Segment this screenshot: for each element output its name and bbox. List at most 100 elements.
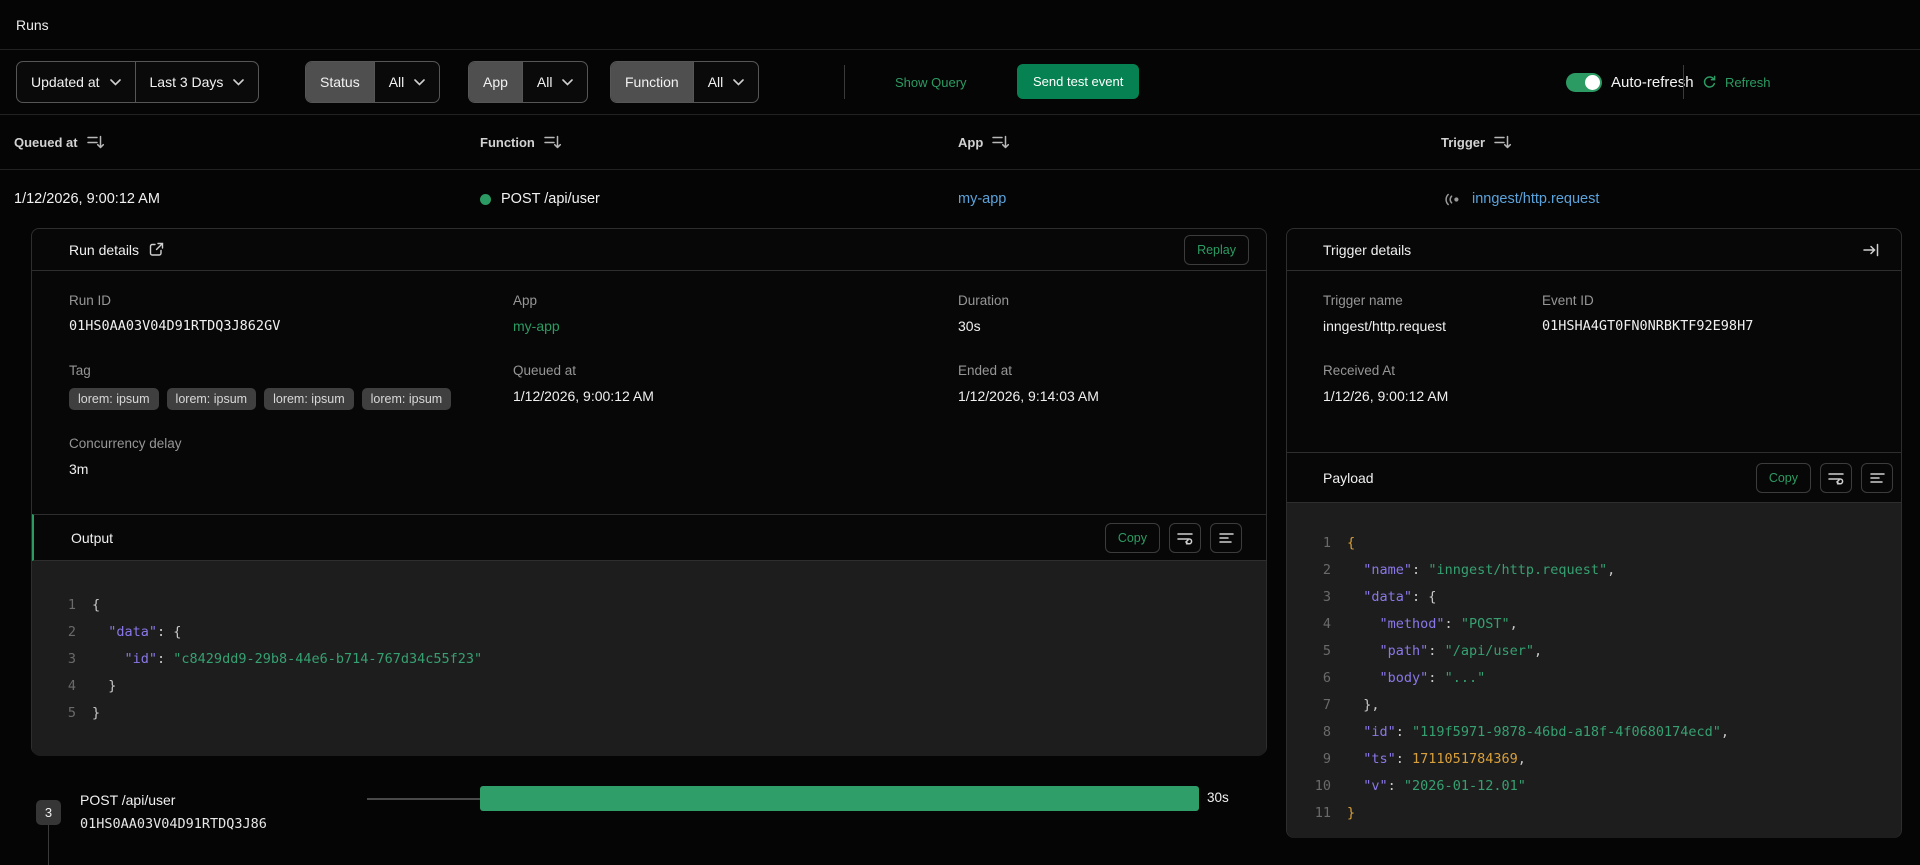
line-number: 2 xyxy=(67,623,76,640)
line-number: 3 xyxy=(67,650,76,667)
app-link[interactable]: my-app xyxy=(958,191,1006,207)
auto-refresh-toggle[interactable] xyxy=(1566,73,1602,92)
timeline-connector-vertical xyxy=(48,825,49,865)
wrap-text-button[interactable] xyxy=(1169,523,1201,553)
cell-function[interactable]: POST /api/user xyxy=(480,170,600,228)
column-header-trigger[interactable]: Trigger xyxy=(1441,115,1512,170)
trigger-name-value: inngest/http.request xyxy=(1323,318,1446,334)
column-header-queued-at[interactable]: Queued at xyxy=(14,115,105,170)
payload-section-header: Payload Copy xyxy=(1287,452,1901,503)
trigger-details-panel: Trigger details Trigger name inngest/htt… xyxy=(1286,228,1902,838)
duration-value: 30s xyxy=(958,318,981,334)
field-received-at: Received At 1/12/26, 9:00:12 AM xyxy=(1323,363,1448,404)
tag-chip: lorem: ipsum xyxy=(166,388,257,410)
refresh-button[interactable]: Refresh xyxy=(1702,50,1771,115)
time-range-dropdown[interactable]: Last 3 Days xyxy=(134,62,259,102)
line-number: 7 xyxy=(1322,696,1331,713)
refresh-icon xyxy=(1703,75,1716,88)
app-link-green[interactable]: my-app xyxy=(513,318,560,334)
field-duration: Duration 30s xyxy=(958,293,1009,334)
code-line: 11} xyxy=(1287,799,1901,826)
output-code-block: 1{2 "data": {3 "id": "c8429dd9-29b8-44e6… xyxy=(32,561,1266,756)
output-actions: Copy xyxy=(1104,523,1242,553)
refresh-label: Refresh xyxy=(1725,75,1771,90)
field-label: Event ID xyxy=(1542,293,1594,308)
function-filter[interactable]: Function All xyxy=(610,61,760,103)
timeline-duration-label: 30s xyxy=(1207,790,1229,805)
trigger-details-title-wrap: Trigger details xyxy=(1323,242,1411,258)
tag-chips: lorem: ipsum lorem: ipsum lorem: ipsum lore… xyxy=(69,388,452,410)
wrap-text-icon xyxy=(1177,533,1193,545)
run-id-value: 01HS0AA03V04D91RTDQ3J862GV xyxy=(69,318,281,334)
column-header-function[interactable]: Function xyxy=(480,115,562,170)
filter-divider xyxy=(844,65,845,99)
format-button[interactable] xyxy=(1861,463,1893,493)
column-label: Trigger xyxy=(1441,135,1486,150)
code-line: 1{ xyxy=(1287,529,1901,556)
field-tag: Tag lorem: ipsum lorem: ipsum lorem: ipsum… xyxy=(69,363,452,410)
collapse-panel-icon[interactable] xyxy=(1863,243,1879,257)
code-line: 6 "body": "..." xyxy=(1287,664,1901,691)
received-at-value: 1/12/26, 9:00:12 AM xyxy=(1323,388,1449,404)
tag-chip: lorem: ipsum xyxy=(361,388,452,410)
code-line: 5 "path": "/api/user", xyxy=(1287,637,1901,664)
page-title: Runs xyxy=(16,16,49,33)
column-label: App xyxy=(958,135,984,150)
line-number: 10 xyxy=(1314,777,1331,794)
function-filter-value-seg[interactable]: All xyxy=(692,62,759,102)
copy-button[interactable]: Copy xyxy=(1104,523,1160,553)
timeline-step-name: POST /api/user xyxy=(80,792,176,808)
output-section-header: Output Copy xyxy=(32,514,1266,561)
field-app: App my-app xyxy=(513,293,560,334)
status-filter-value-seg[interactable]: All xyxy=(373,62,440,102)
cell-trigger[interactable]: inngest/http.request xyxy=(1445,170,1599,228)
show-query-link[interactable]: Show Query xyxy=(895,50,967,115)
code-line: 1{ xyxy=(32,591,1266,618)
field-label: Tag xyxy=(69,363,91,378)
payload-actions: Copy xyxy=(1755,463,1893,493)
copy-button[interactable]: Copy xyxy=(1755,463,1811,493)
timeline-connector-horizontal xyxy=(367,798,480,800)
tag-chip: lorem: ipsum xyxy=(264,388,354,410)
table-row[interactable]: 1/12/2026, 9:00:12 AM POST /api/user my-… xyxy=(0,170,1920,228)
wrap-text-button[interactable] xyxy=(1820,463,1852,493)
runs-table-header: Queued at Function App Trigger xyxy=(0,115,1920,170)
column-header-app[interactable]: App xyxy=(958,115,1010,170)
field-run-id: Run ID 01HS0AA03V04D91RTDQ3J862GV xyxy=(69,293,280,334)
send-test-event-button[interactable]: Send test event xyxy=(1017,64,1140,99)
runs-page: Runs Updated at Last 3 Days Status All A… xyxy=(0,0,1920,865)
app-filter-value-seg[interactable]: All xyxy=(521,62,588,102)
status-dot-completed xyxy=(480,193,491,205)
code-line: 2 "data": { xyxy=(32,618,1266,645)
function-filter-label: Function xyxy=(625,74,679,90)
sort-icon xyxy=(86,135,104,149)
field-label: App xyxy=(513,293,538,308)
timeline-duration-bar[interactable] xyxy=(480,786,1199,811)
external-link-icon[interactable] xyxy=(149,242,164,257)
app-filter[interactable]: App All xyxy=(468,61,589,103)
function-filter-label-seg: Function xyxy=(611,62,693,102)
code-line: 5} xyxy=(32,699,1266,726)
align-left-icon xyxy=(1869,473,1885,483)
replay-button[interactable]: Replay xyxy=(1184,235,1249,265)
field-concurrency-delay: Concurrency delay 3m xyxy=(69,436,182,477)
field-label: Run ID xyxy=(69,293,112,308)
trigger-link[interactable]: inngest/http.request xyxy=(1472,191,1599,207)
updated-at-dropdown[interactable]: Updated at xyxy=(17,62,134,102)
wrap-text-icon xyxy=(1828,473,1844,485)
filter-bar: Updated at Last 3 Days Status All App Al… xyxy=(0,50,1920,115)
field-label: Received At xyxy=(1323,363,1396,378)
updated-at-label: Updated at xyxy=(31,74,100,90)
app-filter-label-seg: App xyxy=(469,62,522,102)
cell-app[interactable]: my-app xyxy=(958,170,1006,228)
output-title: Output xyxy=(71,529,114,546)
time-filter-group: Updated at Last 3 Days xyxy=(16,61,260,103)
field-label: Concurrency delay xyxy=(69,436,182,451)
format-button[interactable] xyxy=(1210,523,1242,553)
align-left-icon xyxy=(1218,533,1234,543)
code-line: 3 "id": "c8429dd9-29b8-44e6-b714-767d34c… xyxy=(32,645,1266,672)
run-details-title: Run details xyxy=(69,241,140,258)
field-trigger-name: Trigger name inngest/http.request xyxy=(1323,293,1446,334)
app-filter-value: All xyxy=(536,74,553,90)
status-filter[interactable]: Status All xyxy=(305,61,441,103)
